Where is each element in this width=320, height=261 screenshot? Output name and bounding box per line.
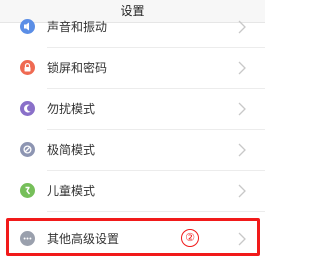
highlight-box [6,218,260,256]
chevron-right-icon [237,60,247,76]
settings-item-lock-screen[interactable]: 锁屏和密码 [0,49,265,89]
moon-icon [20,101,35,116]
lock-icon [20,60,35,75]
settings-item-child-mode[interactable]: 儿童模式 [0,172,265,212]
step-number-badge: ② [181,229,199,247]
chevron-right-icon [237,19,247,35]
minimal-mode-icon [20,142,35,157]
settings-item-sound[interactable]: 声音和振动 [0,8,265,48]
settings-item-label: 勿扰模式 [47,102,96,116]
settings-item-label: 儿童模式 [47,184,96,198]
settings-item-label: 极简模式 [47,143,96,157]
settings-item-label: 锁屏和密码 [47,61,108,75]
chevron-right-icon [237,142,247,158]
child-mode-icon [20,183,35,198]
sound-icon [20,19,35,34]
chevron-right-icon [237,183,247,199]
chevron-right-icon [237,101,247,117]
settings-item-minimal-mode[interactable]: 极简模式 [0,131,265,171]
settings-item-label: 声音和振动 [47,20,108,34]
settings-item-do-not-disturb[interactable]: 勿扰模式 [0,90,265,130]
